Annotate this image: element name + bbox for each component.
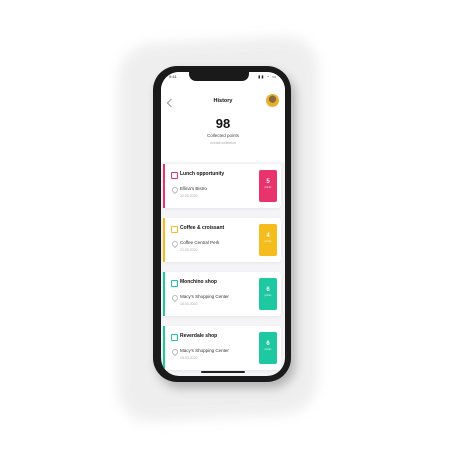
card-title: Reverdale shop [180, 333, 218, 339]
fork-knife-icon [171, 172, 178, 179]
location-pin-icon [170, 347, 180, 357]
points-badge: 6 points [259, 278, 277, 310]
card-title: Coffee & croissant [180, 225, 225, 231]
home-indicator[interactable] [201, 371, 245, 373]
points-badge: 5 points [259, 170, 277, 202]
card-place: Coffee Central Perk [180, 240, 220, 245]
points-note: overall collection [210, 141, 236, 145]
card-date: 22.03.2020 [180, 194, 198, 198]
location-pin-icon [170, 293, 180, 303]
history-card[interactable]: Coffee & croissant Coffee Central Perk 2… [163, 218, 281, 262]
coffee-cup-icon [171, 226, 178, 233]
location-pin-icon [170, 239, 180, 249]
card-color-stripe [163, 218, 165, 262]
status-time: 9:41 [169, 74, 177, 79]
avatar[interactable] [266, 94, 279, 107]
card-place: Ellina's Bistro [180, 186, 207, 191]
history-card[interactable]: Reverdale shop Macy's Shopping Center 15… [163, 326, 281, 370]
points-badge: 6 points [259, 332, 277, 364]
card-date: 15.03.2020 [180, 356, 198, 360]
card-place: Macy's Shopping Center [180, 348, 229, 353]
history-card[interactable]: Monchino shop Macy's Shopping Center 18.… [163, 272, 281, 316]
card-date: 21.03.2020 [180, 248, 198, 252]
phone-frame: 9:41 ▮▮ ◔ ▭ History 98 Collected points … [153, 66, 291, 382]
points-label: Collected points [206, 133, 240, 138]
shopping-bag-icon [171, 334, 178, 341]
badge-points: 4 [266, 233, 270, 239]
history-card[interactable]: Lunch opportunity Ellina's Bistro 22.03.… [163, 164, 281, 208]
app-screen: 9:41 ▮▮ ◔ ▭ History 98 Collected points … [161, 72, 285, 376]
card-color-stripe [163, 164, 165, 208]
shopping-bag-icon [171, 280, 178, 287]
card-color-stripe [163, 272, 165, 316]
status-icons: ▮▮ ◔ ▭ [258, 74, 277, 79]
badge-points: 6 [266, 287, 270, 293]
card-place: Macy's Shopping Center [180, 294, 229, 299]
card-title: Monchino shop [180, 279, 217, 285]
badge-unit: points [264, 186, 272, 189]
badge-points: 5 [266, 179, 270, 185]
card-title: Lunch opportunity [180, 171, 225, 177]
card-color-stripe [163, 326, 165, 370]
points-badge: 4 points [259, 224, 277, 256]
badge-unit: points [264, 348, 272, 351]
badge-points: 6 [266, 341, 270, 347]
header: 9:41 ▮▮ ◔ ▭ History 98 Collected points … [161, 72, 285, 162]
points-value: 98 [215, 116, 231, 131]
card-date: 18.03.2020 [180, 302, 198, 306]
badge-unit: points [264, 294, 272, 297]
location-pin-icon [170, 185, 180, 195]
badge-unit: points [264, 240, 272, 243]
notch [189, 72, 249, 81]
